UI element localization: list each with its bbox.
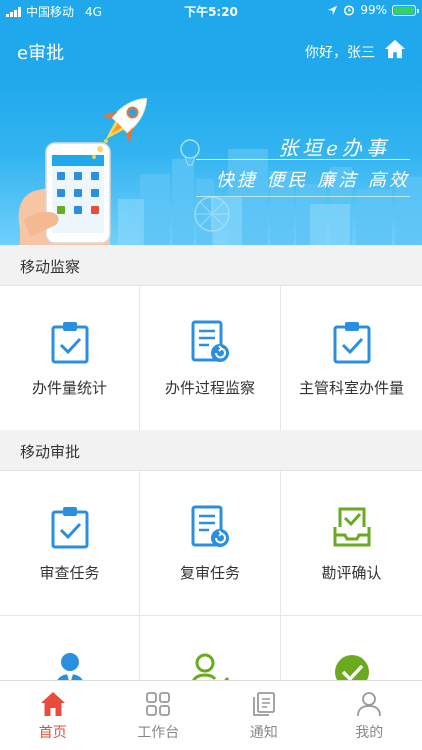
menu-item-volume-stats[interactable]: 办件量统计 [0,286,140,431]
tab-workbench[interactable]: 工作台 [106,681,212,750]
document-refresh-icon [191,505,229,547]
tab-profile[interactable]: 我的 [317,681,422,750]
bottom-tab-bar: 首页 工作台 通知 我的 [0,680,422,750]
home-icon [40,692,65,716]
home-icon[interactable] [384,38,406,60]
clipboard-check-icon [51,322,88,364]
battery-icon [392,4,419,16]
location-arrow-icon [328,5,338,15]
status-bar: 中国移动 4G 下午5:20 99% [0,0,422,22]
inbox-check-icon [333,507,370,547]
menu-item-label: 办件量统计 [31,379,107,397]
section-header-supervision: 移动监察 [0,245,422,286]
banner-slogan-title: 张垣e办事 [278,136,390,160]
app-title: e审批 [17,43,65,64]
battery-percent: 99% [360,3,387,17]
grid-icon [146,692,171,716]
menu-item-label: 复审任务 [179,564,240,582]
tab-notifications[interactable]: 通知 [211,681,317,750]
user-icon [357,692,382,717]
tab-home[interactable]: 首页 [0,681,106,750]
document-refresh-icon [191,320,229,362]
section-title: 移动监察 [20,258,81,276]
tab-label: 我的 [355,725,384,741]
menu-item-recheck-task[interactable]: 复审任务 [140,471,281,616]
menu-item-label: 勘评确认 [321,564,382,582]
menu-item-process-monitor[interactable]: 办件过程监察 [140,286,281,431]
banner-slogan-sub: 快捷 便民 廉洁 高效 [215,170,410,191]
tab-label: 工作台 [137,725,180,741]
user-greeting: 你好，张三 [305,45,375,61]
section-header-approval: 移动审批 [0,430,422,471]
banner-divider [196,196,410,197]
menu-item-review-task[interactable]: 审查任务 [0,471,140,616]
alarm-icon [344,5,355,16]
menu-item-survey-confirm[interactable]: 勘评确认 [281,471,422,616]
menu-item-label: 办件过程监察 [164,379,255,397]
app-header: e审批 你好，张三 [0,22,422,79]
clipboard-check-icon [51,507,88,549]
clipboard-check-icon [333,322,370,364]
supervision-grid: 办件量统计 办件过程监察 主管科室办件量 [0,286,422,431]
banner-divider [196,159,410,160]
section-title: 移动审批 [20,443,81,461]
menu-item-label: 主管科室办件量 [298,379,404,397]
banner-illustration [18,97,422,245]
menu-item-dept-volume[interactable]: 主管科室办件量 [281,286,422,431]
copy-icon [252,692,275,716]
menu-item-label: 审查任务 [39,564,100,582]
tab-label: 通知 [249,725,278,741]
banner: 张垣e办事 快捷 便民 廉洁 高效 [0,79,422,245]
tab-label: 首页 [38,725,67,741]
